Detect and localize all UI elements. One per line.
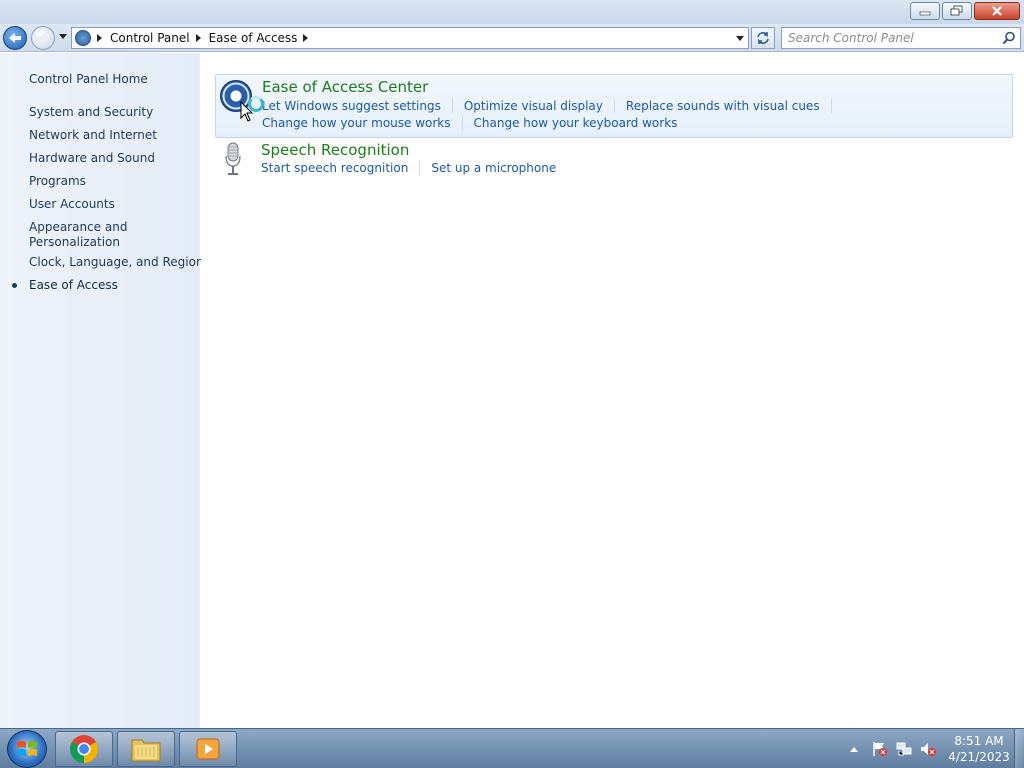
start-button[interactable] [7, 730, 47, 768]
category-links-row: Let Windows suggest settings Optimize vi… [262, 99, 843, 113]
search-icon [1002, 31, 1015, 45]
forward-arrow-icon [37, 33, 49, 43]
folder-icon [131, 739, 161, 762]
sidebar-item-programs[interactable]: Programs [29, 174, 86, 189]
show-hidden-icons-button[interactable] [850, 747, 858, 752]
taskbar-clock[interactable]: 8:51 AM 4/21/2023 [944, 733, 1014, 765]
category-title-speech-recognition[interactable]: Speech Recognition [261, 141, 409, 159]
window-controls [910, 2, 1020, 20]
chrome-icon [70, 735, 98, 763]
restore-button[interactable] [942, 2, 972, 20]
minimize-button[interactable] [910, 2, 940, 20]
sidebar-item-label: Personalization [29, 235, 120, 249]
link-change-how-your-mouse-works[interactable]: Change how your mouse works [262, 116, 451, 130]
control-panel-icon [75, 30, 91, 46]
link-let-windows-suggest-settings[interactable]: Let Windows suggest settings [262, 99, 441, 113]
network-icon[interactable] [896, 741, 912, 757]
back-arrow-icon [9, 33, 21, 43]
microphone-icon [225, 142, 241, 175]
link-replace-sounds-with-visual-cues[interactable]: Replace sounds with visual cues [626, 99, 820, 113]
sidebar-item-appearance-and-personalization[interactable]: Appearance and Personalization [29, 220, 179, 250]
system-tray: 8:51 AM 4/21/2023 [834, 729, 1024, 768]
forward-button[interactable] [31, 26, 55, 50]
sidebar-control-panel-home[interactable]: Control Panel Home [29, 72, 148, 87]
sidebar-item-network-and-internet[interactable]: Network and Internet [29, 128, 157, 143]
taskbar-media-player-button[interactable] [179, 731, 237, 767]
media-player-icon [196, 738, 220, 760]
taskbar-chrome-button[interactable] [55, 731, 113, 767]
breadcrumb-separator[interactable] [195, 34, 201, 42]
sidebar-item-clock-language-and-region[interactable]: Clock, Language, and Region [29, 255, 204, 270]
category-links-row: Start speech recognition Set up a microp… [261, 161, 556, 175]
close-icon [992, 6, 1002, 16]
category-title-ease-of-access-center[interactable]: Ease of Access Center [262, 78, 428, 96]
refresh-button[interactable] [751, 27, 775, 49]
sidebar-item-system-and-security[interactable]: System and Security [29, 105, 153, 120]
link-divider [830, 99, 832, 113]
breadcrumb-ease-of-access[interactable]: Ease of Access [209, 31, 298, 45]
windows-logo-icon [17, 741, 37, 756]
taskbar: 8:51 AM 4/21/2023 [0, 728, 1024, 768]
category-links-row: Change how your mouse works Change how y… [262, 116, 677, 130]
address-dropdown-icon[interactable] [736, 36, 744, 41]
show-desktop-button[interactable] [1014, 729, 1024, 768]
sidebar-item-label: Appearance and [29, 220, 128, 234]
navigation-bar: Control Panel Ease of Access [0, 24, 1024, 52]
search-button[interactable] [1002, 31, 1016, 48]
taskbar-file-explorer-button[interactable] [117, 731, 175, 767]
current-item-bullet-icon [12, 283, 17, 288]
breadcrumb-control-panel[interactable]: Control Panel [110, 31, 190, 45]
minimize-icon [919, 11, 931, 16]
recent-pages-dropdown-icon[interactable] [58, 33, 68, 41]
link-optimize-visual-display[interactable]: Optimize visual display [464, 99, 603, 113]
main-content: Ease of Access Center Let Windows sugges… [201, 53, 1024, 728]
close-button[interactable] [974, 2, 1020, 20]
window-titlebar [0, 0, 1024, 24]
clock-date: 4/21/2023 [948, 750, 1010, 764]
category-ease-of-access-center[interactable]: Ease of Access Center Let Windows sugges… [215, 74, 1013, 138]
action-center-flag-icon[interactable] [872, 741, 888, 757]
back-button[interactable] [3, 26, 27, 50]
sidebar-item-user-accounts[interactable]: User Accounts [29, 197, 115, 212]
breadcrumb-separator[interactable] [97, 34, 102, 42]
volume-muted-icon[interactable] [920, 741, 936, 757]
restore-icon [950, 5, 963, 16]
left-navigation-pane: Control Panel Home System and Security N… [0, 53, 204, 728]
link-change-how-your-keyboard-works[interactable]: Change how your keyboard works [474, 116, 678, 130]
clock-time: 8:51 AM [954, 734, 1004, 748]
refresh-icon [757, 32, 769, 44]
link-divider [613, 99, 615, 113]
link-divider [461, 116, 463, 130]
search-input[interactable] [782, 28, 992, 48]
link-start-speech-recognition[interactable]: Start speech recognition [261, 161, 408, 175]
category-speech-recognition[interactable]: Speech Recognition Start speech recognit… [215, 139, 1013, 183]
sidebar-item-ease-of-access[interactable]: Ease of Access [29, 278, 118, 293]
busy-spinner-icon [248, 96, 264, 112]
link-divider [451, 99, 453, 113]
link-divider [419, 161, 421, 175]
address-bar[interactable]: Control Panel Ease of Access [71, 27, 749, 49]
breadcrumb-separator[interactable] [303, 34, 309, 42]
link-set-up-a-microphone[interactable]: Set up a microphone [431, 161, 556, 175]
search-box[interactable] [781, 27, 1021, 49]
sidebar-item-hardware-and-sound[interactable]: Hardware and Sound [29, 151, 155, 166]
